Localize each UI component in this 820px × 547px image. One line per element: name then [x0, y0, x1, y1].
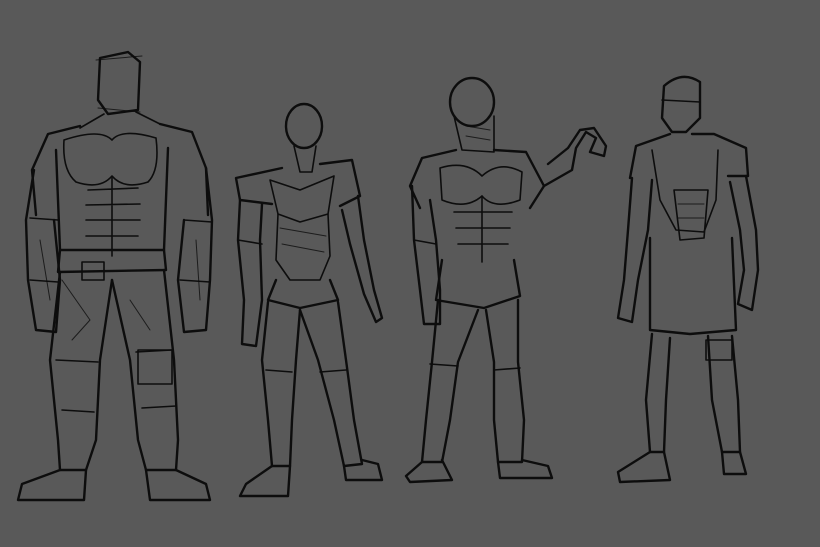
figure-android-humanoid: [616, 75, 760, 484]
figure-waving-humanoid: [404, 76, 608, 484]
sketch-canvas: [0, 0, 820, 547]
figure-slim-humanoid: [234, 102, 384, 498]
figure-bulky-humanoid: [16, 50, 214, 502]
figure-sketches: [16, 50, 760, 502]
